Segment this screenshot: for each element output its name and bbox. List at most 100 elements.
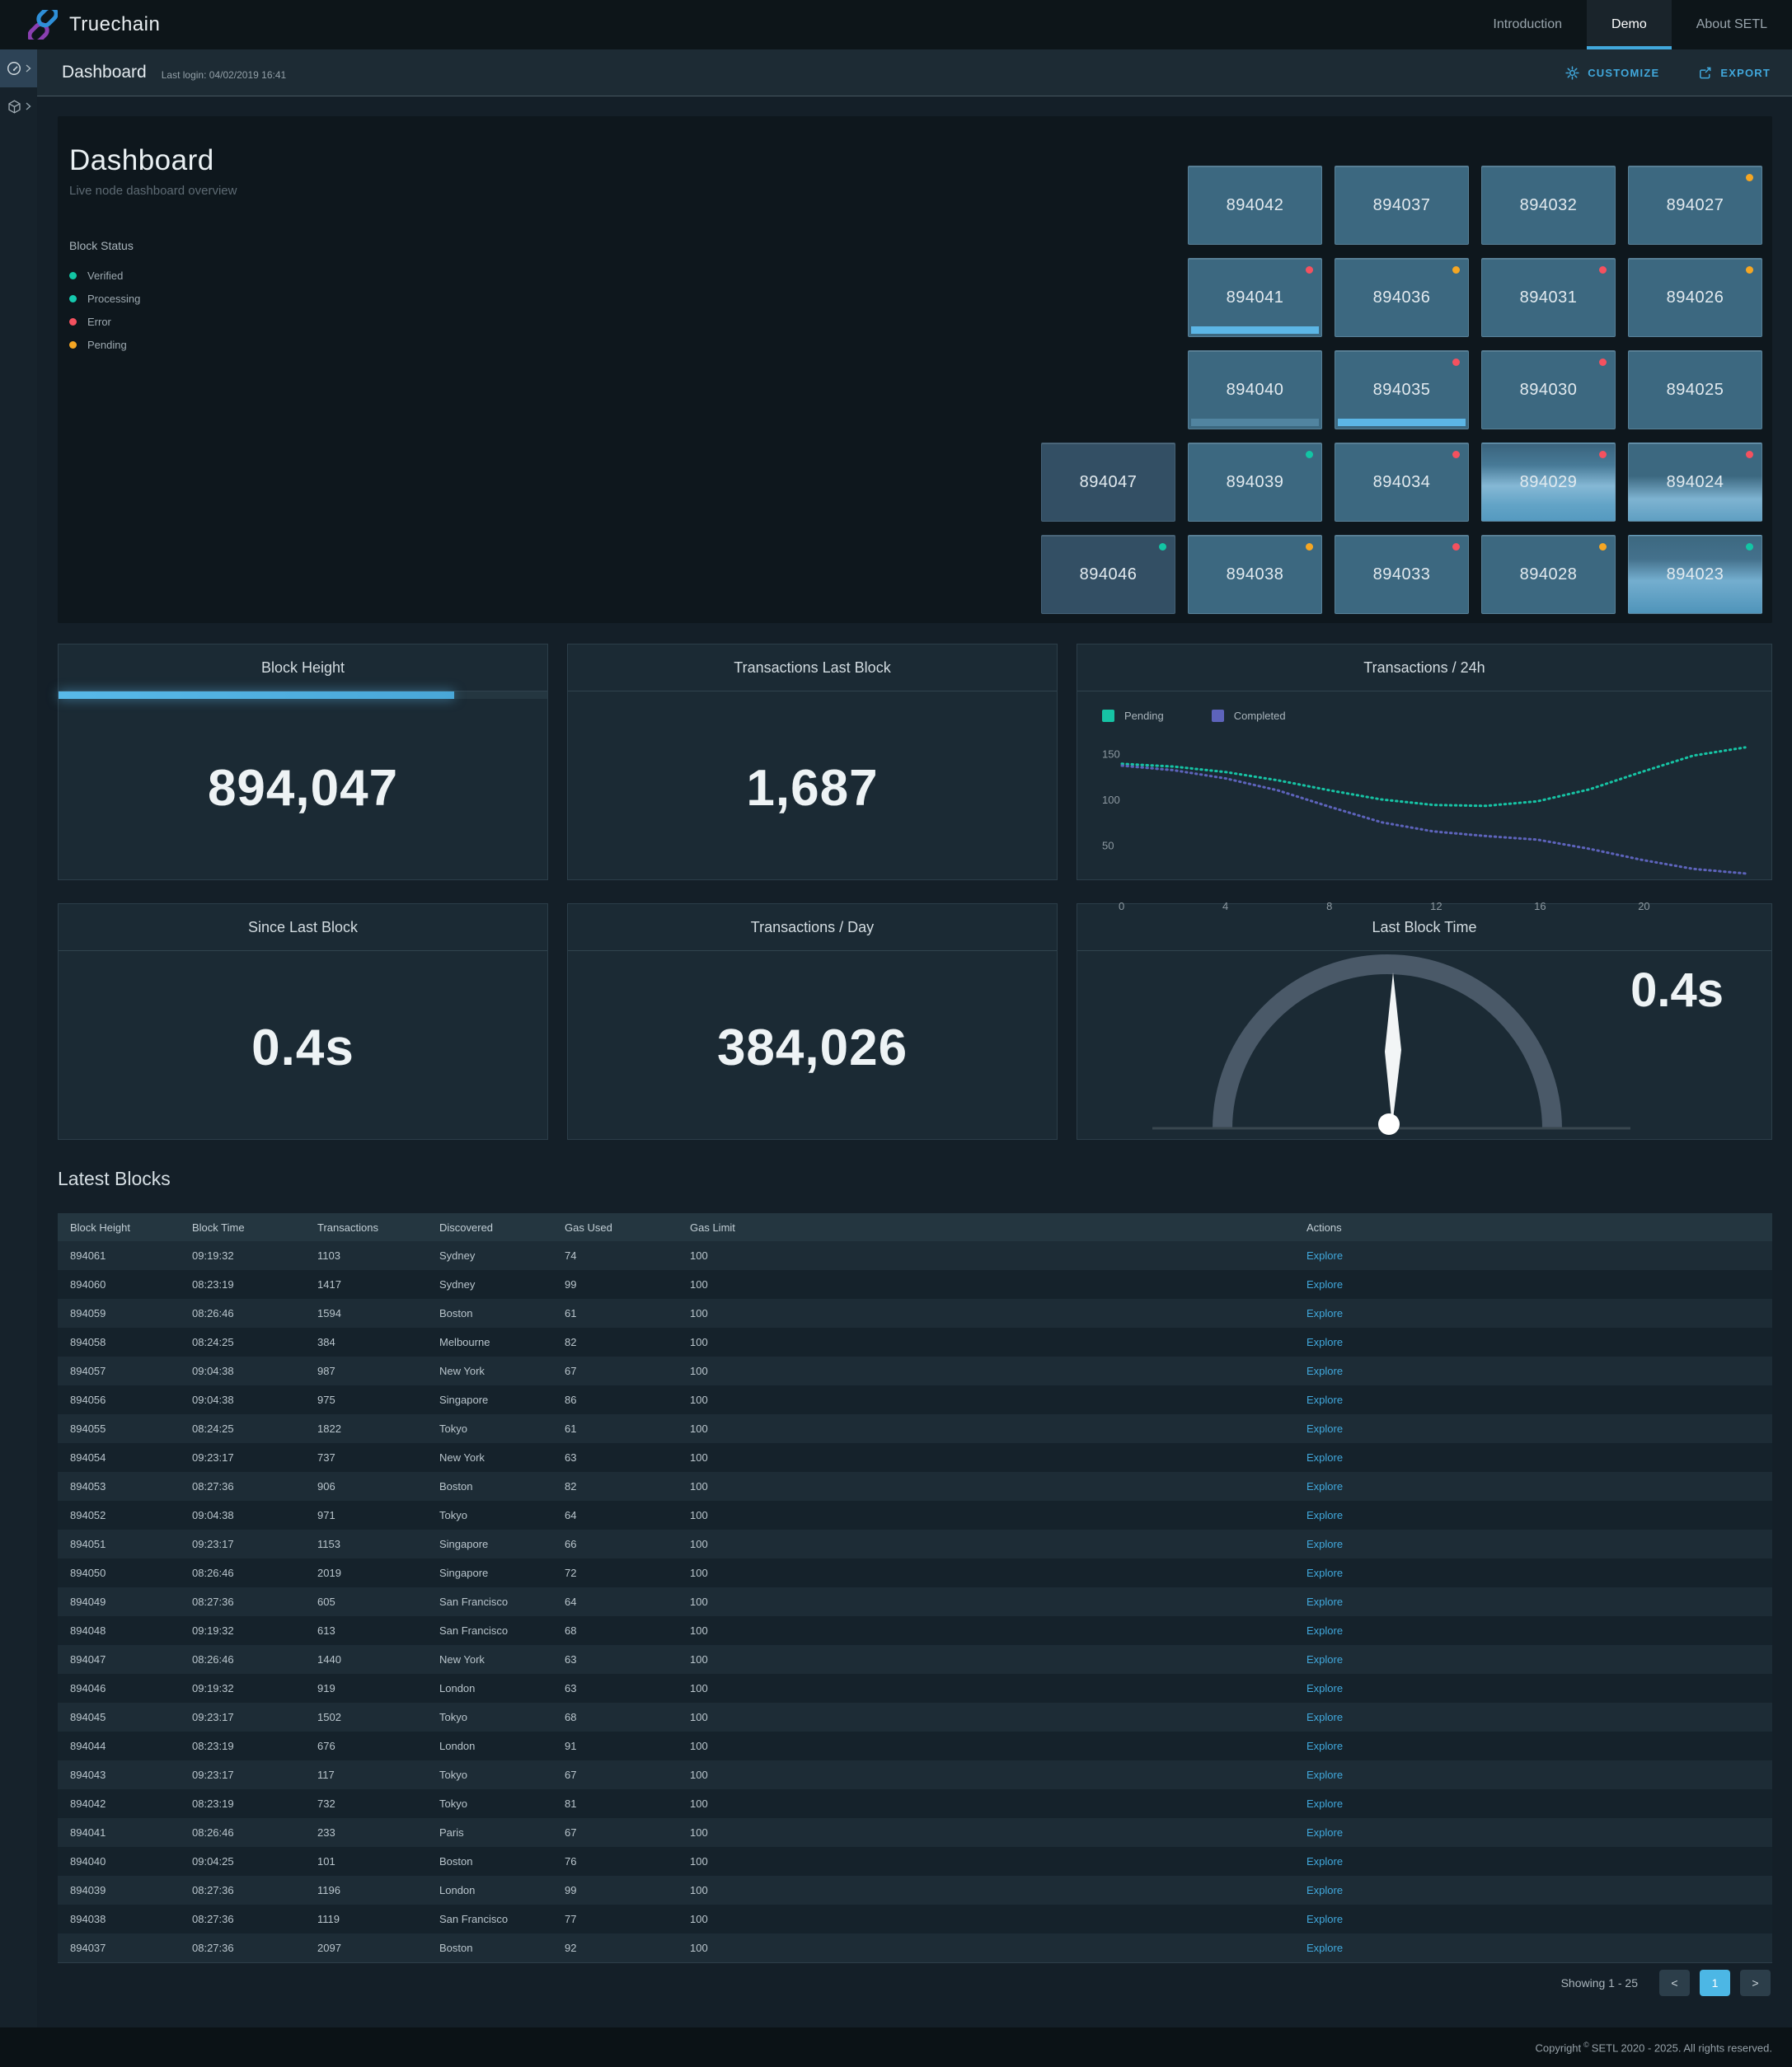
block-tile-label: 894032 xyxy=(1520,196,1578,215)
block-tile-894037[interactable]: 894037 xyxy=(1335,166,1469,245)
table-cell: 09:23:17 xyxy=(180,1530,305,1558)
page-1-button[interactable]: 1 xyxy=(1700,1970,1730,1996)
block-tile-894028[interactable]: 894028 xyxy=(1481,535,1616,614)
nav-item-demo[interactable]: Demo xyxy=(1587,0,1672,49)
explore-link[interactable]: Explore xyxy=(1306,1451,1343,1464)
explore-link[interactable]: Explore xyxy=(1306,1740,1343,1752)
export-button[interactable]: EXPORT xyxy=(1697,65,1771,81)
block-tile-894027[interactable]: 894027 xyxy=(1628,166,1762,245)
block-tile-894032[interactable]: 894032 xyxy=(1481,166,1616,245)
explore-link[interactable]: Explore xyxy=(1306,1336,1343,1348)
block-tile-894025[interactable]: 894025 xyxy=(1628,350,1762,429)
table-cell: 100 xyxy=(678,1414,1294,1443)
explore-link[interactable]: Explore xyxy=(1306,1942,1343,1954)
explore-link[interactable]: Explore xyxy=(1306,1538,1343,1550)
block-tile-894030[interactable]: 894030 xyxy=(1481,350,1616,429)
table-row-894050: 89405008:26:462019Singapore72100Explore xyxy=(58,1558,1772,1587)
nav-item-about-setl[interactable]: About SETL xyxy=(1672,0,1792,49)
block-tile-894046[interactable]: 894046 xyxy=(1041,535,1175,614)
table-cell: 975 xyxy=(305,1385,427,1414)
table-cell: 100 xyxy=(678,1732,1294,1760)
block-tile-label: 894042 xyxy=(1227,196,1284,215)
explore-link[interactable]: Explore xyxy=(1306,1596,1343,1608)
block-tile-894047[interactable]: 894047 xyxy=(1041,443,1175,522)
block-tile-894031[interactable]: 894031 xyxy=(1481,258,1616,337)
table-cell: 894037 xyxy=(58,1933,180,1962)
error-status-dot-icon xyxy=(1306,266,1313,274)
table-cell: 605 xyxy=(305,1587,427,1616)
card-title: Transactions Last Block xyxy=(568,644,1057,691)
transactions-24h-card: Transactions / 24h PendingCompleted 1501… xyxy=(1077,644,1772,880)
prev-page-button[interactable]: < xyxy=(1659,1970,1690,1996)
sidebar-item-blocks[interactable] xyxy=(0,87,37,125)
explore-link[interactable]: Explore xyxy=(1306,1278,1343,1291)
verified-status-dot-icon xyxy=(69,272,77,279)
table-cell: Tokyo xyxy=(427,1703,552,1732)
explore-link[interactable]: Explore xyxy=(1306,1423,1343,1435)
table-cell: 09:23:17 xyxy=(180,1703,305,1732)
block-tile-894033[interactable]: 894033 xyxy=(1335,535,1469,614)
nav-item-introduction[interactable]: Introduction xyxy=(1468,0,1587,49)
sidebar-item-dashboard[interactable] xyxy=(0,49,37,87)
block-tile-label: 894028 xyxy=(1520,565,1578,584)
block-tile-894041[interactable]: 894041 xyxy=(1188,258,1322,337)
table-cell: 100 xyxy=(678,1472,1294,1501)
table-cell: London xyxy=(427,1876,552,1905)
table-cell: 894057 xyxy=(58,1357,180,1385)
table-cell: Boston xyxy=(427,1847,552,1876)
top-nav: IntroductionDemoAbout SETL xyxy=(1468,0,1792,49)
explore-link[interactable]: Explore xyxy=(1306,1826,1343,1839)
block-tile-894040[interactable]: 894040 xyxy=(1188,350,1322,429)
explore-link[interactable]: Explore xyxy=(1306,1567,1343,1579)
block-tile-label: 894027 xyxy=(1667,196,1724,215)
explore-link[interactable]: Explore xyxy=(1306,1624,1343,1637)
explore-link[interactable]: Explore xyxy=(1306,1769,1343,1781)
table-cell: 09:04:38 xyxy=(180,1501,305,1530)
table-cell: 100 xyxy=(678,1876,1294,1905)
block-tile-894035[interactable]: 894035 xyxy=(1335,350,1469,429)
explore-link[interactable]: Explore xyxy=(1306,1797,1343,1810)
table-cell: Tokyo xyxy=(427,1760,552,1789)
block-tile-894024[interactable]: 894024 xyxy=(1628,443,1762,522)
customize-button[interactable]: CUSTOMIZE xyxy=(1564,65,1659,81)
table-cell: 92 xyxy=(552,1933,678,1962)
block-tile-label: 894036 xyxy=(1373,288,1431,307)
block-tile-label: 894031 xyxy=(1520,288,1578,307)
explore-link[interactable]: Explore xyxy=(1306,1682,1343,1694)
next-page-button[interactable]: > xyxy=(1740,1970,1771,1996)
table-cell: 100 xyxy=(678,1818,1294,1847)
block-tile-894023[interactable]: 894023 xyxy=(1628,535,1762,614)
transactions-day-card: Transactions / Day 384,026 xyxy=(567,903,1058,1140)
explore-link[interactable]: Explore xyxy=(1306,1307,1343,1319)
block-tile-894038[interactable]: 894038 xyxy=(1188,535,1322,614)
block-height-card: Block Height 894,047 xyxy=(58,644,548,880)
top-bar: Truechain IntroductionDemoAbout SETL xyxy=(0,0,1792,49)
table-cell: 61 xyxy=(552,1299,678,1328)
table-cell: 66 xyxy=(552,1530,678,1558)
block-tile-894042[interactable]: 894042 xyxy=(1188,166,1322,245)
table-cell: 894049 xyxy=(58,1587,180,1616)
explore-link[interactable]: Explore xyxy=(1306,1884,1343,1896)
table-cell: 08:26:46 xyxy=(180,1818,305,1847)
explore-link[interactable]: Explore xyxy=(1306,1913,1343,1925)
block-tile-894026[interactable]: 894026 xyxy=(1628,258,1762,337)
explore-link[interactable]: Explore xyxy=(1306,1249,1343,1262)
error-status-dot-icon xyxy=(1452,543,1460,551)
page-title: Dashboard xyxy=(62,63,147,82)
explore-link[interactable]: Explore xyxy=(1306,1509,1343,1521)
explore-link[interactable]: Explore xyxy=(1306,1365,1343,1377)
explore-link[interactable]: Explore xyxy=(1306,1653,1343,1666)
block-tile-894039[interactable]: 894039 xyxy=(1188,443,1322,522)
block-tile-894029[interactable]: 894029 xyxy=(1481,443,1616,522)
table-cell: 08:27:36 xyxy=(180,1587,305,1616)
block-tile-894036[interactable]: 894036 xyxy=(1335,258,1469,337)
explore-link[interactable]: Explore xyxy=(1306,1394,1343,1406)
table-cell: Boston xyxy=(427,1299,552,1328)
table-cell: 894051 xyxy=(58,1530,180,1558)
explore-link[interactable]: Explore xyxy=(1306,1480,1343,1493)
card-title: Since Last Block xyxy=(59,904,547,951)
block-tile-894034[interactable]: 894034 xyxy=(1335,443,1469,522)
block-tile-grid: 894042 894037 894032 894027 894041 894036 8940… xyxy=(1041,166,1762,614)
explore-link[interactable]: Explore xyxy=(1306,1711,1343,1723)
explore-link[interactable]: Explore xyxy=(1306,1855,1343,1868)
